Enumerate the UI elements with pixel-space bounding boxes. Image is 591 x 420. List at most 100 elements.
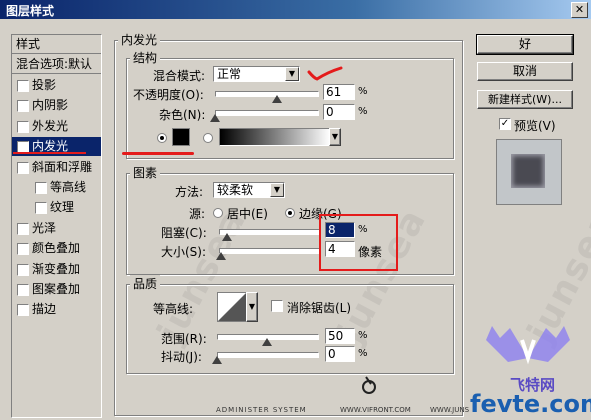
size-slider-thumb[interactable]: [216, 252, 226, 260]
blend-mode-label: 混合模式:: [153, 69, 206, 83]
gradient-dropdown-button[interactable]: ▼: [329, 128, 341, 146]
footer-text-left: ADMINISTER SYSTEM: [216, 406, 307, 414]
style-list-item[interactable]: 内阴影: [12, 96, 101, 115]
checkbox-icon[interactable]: [17, 161, 29, 174]
method-label: 方法:: [175, 185, 204, 199]
opacity-label: 不透明度(O):: [133, 88, 204, 102]
style-list-item[interactable]: 等高线: [12, 178, 101, 197]
close-button[interactable]: ✕: [571, 2, 588, 18]
checkbox-icon[interactable]: [17, 243, 29, 256]
panel-title: 内发光: [118, 31, 161, 48]
dropdown-arrow-icon: ▼: [270, 183, 284, 197]
style-list-item[interactable]: 颜色叠加: [12, 239, 101, 258]
style-list-item[interactable]: 光泽: [12, 219, 101, 238]
checkbox-icon[interactable]: [17, 304, 29, 317]
style-list-item-label: 外发光: [32, 118, 69, 133]
antialias-label[interactable]: 消除锯齿(L): [287, 299, 351, 316]
jitter-slider-thumb[interactable]: [212, 356, 222, 364]
dropdown-arrow-icon: ▼: [248, 302, 256, 311]
jitter-slider[interactable]: [217, 352, 319, 358]
contour-icon[interactable]: [217, 292, 247, 322]
opacity-input[interactable]: 61: [323, 84, 355, 100]
style-list-item[interactable]: 图案叠加: [12, 280, 101, 299]
style-list-item[interactable]: 纹理: [12, 198, 101, 217]
footer-text-mid: WWW.VIFRONT.COM: [340, 406, 411, 414]
annotation-underline: [122, 152, 194, 155]
style-list-header[interactable]: 样式: [12, 35, 101, 54]
preview-label[interactable]: 预览(V): [514, 117, 556, 134]
annotation-checkmark: [307, 66, 343, 81]
style-list-item-label: 斜面和浮雕: [32, 159, 93, 174]
window-title: 图层样式: [6, 4, 55, 18]
ok-button[interactable]: 好: [476, 34, 574, 55]
logo-icon: [362, 376, 376, 394]
color-swatch[interactable]: [172, 128, 190, 146]
cancel-button[interactable]: 取消: [477, 62, 573, 81]
jitter-unit: %: [358, 348, 368, 359]
checkbox-icon[interactable]: [17, 263, 29, 276]
style-list-item-label: 图案叠加: [32, 282, 81, 296]
checkbox-icon[interactable]: [17, 100, 29, 113]
gradient-radio[interactable]: [203, 133, 213, 143]
style-list-item-label: 光泽: [32, 220, 57, 235]
choke-slider-thumb[interactable]: [222, 233, 232, 241]
choke-label: 阻塞(C):: [161, 226, 207, 240]
contour-dropdown-button[interactable]: ▼: [246, 292, 258, 322]
noise-unit: %: [358, 106, 368, 117]
quality-title: 品质: [130, 275, 161, 292]
checkmark-icon: ✓: [500, 118, 510, 129]
style-list-item[interactable]: 投影: [12, 76, 101, 95]
range-slider-thumb[interactable]: [262, 338, 272, 346]
noise-input[interactable]: 0: [323, 104, 355, 120]
blend-options-item[interactable]: 混合选项:默认: [12, 55, 101, 74]
source-edge-radio[interactable]: [285, 208, 295, 218]
jitter-input[interactable]: 0: [325, 346, 355, 362]
range-unit: %: [358, 330, 368, 341]
style-list-item[interactable]: 渐变叠加: [12, 260, 101, 279]
preview-checkbox[interactable]: ✓: [499, 118, 511, 130]
blend-mode-select[interactable]: 正常 ▼: [213, 66, 300, 82]
source-center-label[interactable]: 居中(E): [227, 205, 268, 222]
range-input[interactable]: 50: [325, 328, 355, 344]
style-list-item-label: 描边: [32, 302, 57, 317]
style-list-item-label: 颜色叠加: [32, 241, 81, 256]
opacity-slider-thumb[interactable]: [272, 95, 283, 103]
style-list-item-label: 等高线: [50, 180, 87, 194]
style-list: 样式 混合选项:默认 投影 内阴影 外发光 ✓ 内发光 斜面和浮雕 等高线 纹理 光泽 颜色叠加渐…: [11, 34, 102, 418]
checkbox-icon[interactable]: [17, 222, 29, 235]
solid-color-radio[interactable]: [157, 133, 167, 143]
range-label: 范围(R):: [161, 332, 207, 346]
close-icon: ✕: [574, 3, 585, 16]
noise-slider[interactable]: [215, 110, 319, 116]
method-value: 较柔软: [217, 183, 254, 197]
title-bar: [0, 0, 591, 19]
size-slider[interactable]: [219, 248, 321, 254]
checkbox-icon[interactable]: [35, 182, 47, 194]
new-style-button[interactable]: 新建样式(W)...: [477, 90, 573, 109]
opacity-unit: %: [358, 86, 368, 97]
jitter-label: 抖动(J):: [161, 350, 202, 364]
style-list-item-label: 投影: [32, 78, 57, 92]
checkbox-icon[interactable]: [17, 80, 29, 92]
noise-slider-thumb[interactable]: [210, 114, 220, 122]
style-list-item-label: 渐变叠加: [32, 261, 81, 276]
checkbox-icon[interactable]: [17, 120, 29, 133]
size-label: 大小(S):: [161, 245, 207, 259]
antialias-checkbox[interactable]: [271, 300, 283, 312]
dropdown-arrow-icon: ▼: [331, 132, 339, 141]
checkbox-icon[interactable]: [35, 202, 47, 215]
contour-label: 等高线:: [153, 302, 194, 316]
opacity-slider[interactable]: [215, 91, 319, 97]
elements-title: 图素: [130, 164, 161, 181]
style-list-item[interactable]: 斜面和浮雕: [12, 158, 101, 177]
choke-slider[interactable]: [219, 229, 321, 235]
style-list-item[interactable]: 描边: [12, 300, 101, 319]
checkbox-icon[interactable]: [17, 284, 29, 296]
style-list-item[interactable]: 外发光: [12, 117, 101, 136]
method-select[interactable]: 较柔软 ▼: [213, 182, 285, 198]
gradient-swatch[interactable]: [219, 128, 331, 146]
noise-label: 杂色(N):: [159, 108, 206, 122]
structure-title: 结构: [130, 49, 161, 66]
logo-en-text: fevte.com: [470, 390, 591, 418]
source-center-radio[interactable]: [213, 208, 223, 218]
